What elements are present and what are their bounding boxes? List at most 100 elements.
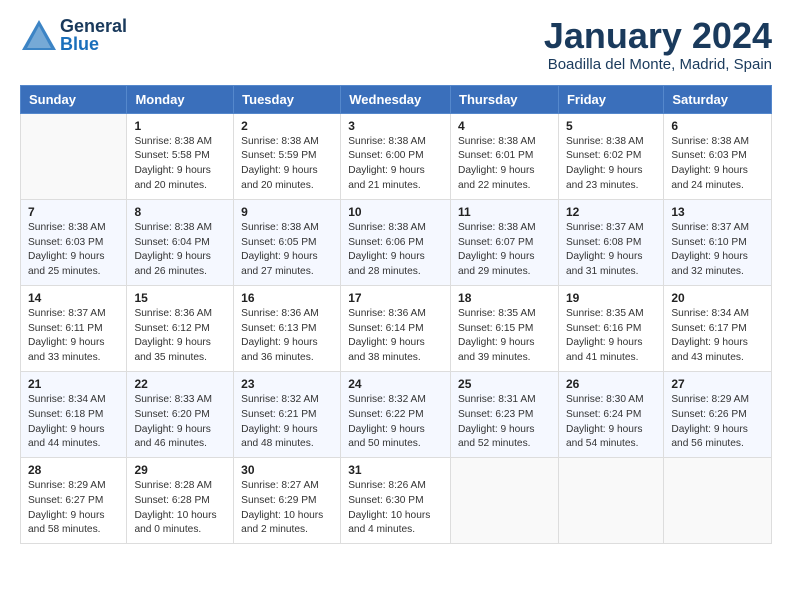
logo-text-block: General Blue	[60, 17, 127, 53]
calendar-week-row: 14Sunrise: 8:37 AMSunset: 6:11 PMDayligh…	[21, 285, 772, 371]
day-info: Sunrise: 8:38 AMSunset: 6:07 PMDaylight:…	[458, 221, 551, 280]
day-number: 22	[134, 377, 226, 391]
day-info: Sunrise: 8:36 AMSunset: 6:14 PMDaylight:…	[348, 307, 443, 366]
day-number: 25	[458, 377, 551, 391]
calendar-day-cell: 9Sunrise: 8:38 AMSunset: 6:05 PMDaylight…	[234, 199, 341, 285]
day-info: Sunrise: 8:38 AMSunset: 6:00 PMDaylight:…	[348, 135, 443, 194]
calendar-day-cell: 12Sunrise: 8:37 AMSunset: 6:08 PMDayligh…	[558, 199, 663, 285]
day-info: Sunrise: 8:34 AMSunset: 6:18 PMDaylight:…	[28, 393, 119, 452]
calendar-day-cell: 5 Sunrise: 8:38 AMSunset: 6:02 PMDaylight…	[558, 113, 663, 199]
logo-blue-text: Blue	[60, 35, 127, 53]
day-info: Sunrise: 8:31 AMSunset: 6:23 PMDaylight:…	[458, 393, 551, 452]
day-number: 1	[134, 119, 226, 133]
day-info: Sunrise: 8:38 AMSunset: 6:02 PMDaylight:…	[566, 135, 656, 194]
day-info: Sunrise: 8:33 AMSunset: 6:20 PMDaylight:…	[134, 393, 226, 452]
calendar-day-cell: 17 Sunrise: 8:36 AMSunset: 6:14 PMDayligh…	[341, 285, 451, 371]
day-info: Sunrise: 8:34 AMSunset: 6:17 PMDaylight:…	[671, 307, 764, 366]
day-info: Sunrise: 8:37 AMSunset: 6:11 PMDaylight:…	[28, 307, 119, 366]
day-number: 19	[566, 291, 656, 305]
day-number: 29	[134, 463, 226, 477]
day-number: 30	[241, 463, 333, 477]
day-info: Sunrise: 8:26 AMSunset: 6:30 PMDaylight:…	[348, 479, 443, 538]
calendar-day-cell: 20 Sunrise: 8:34 AMSunset: 6:17 PMDayligh…	[664, 285, 772, 371]
day-number: 5	[566, 119, 656, 133]
day-info: Sunrise: 8:38 AMSunset: 6:04 PMDaylight:…	[134, 221, 226, 280]
calendar-day-cell: 26Sunrise: 8:30 AMSunset: 6:24 PMDayligh…	[558, 371, 663, 457]
day-number: 26	[566, 377, 656, 391]
day-number: 7	[28, 205, 119, 219]
calendar-day-cell: 15 Sunrise: 8:36 AMSunset: 6:12 PMDayligh…	[127, 285, 234, 371]
day-info: Sunrise: 8:32 AMSunset: 6:21 PMDaylight:…	[241, 393, 333, 452]
weekday-header: Tuesday	[234, 85, 341, 113]
calendar-day-cell	[664, 458, 772, 544]
day-number: 27	[671, 377, 764, 391]
calendar-day-cell: 7 Sunrise: 8:38 AMSunset: 6:03 PMDaylight…	[21, 199, 127, 285]
calendar-day-cell: 19 Sunrise: 8:35 AMSunset: 6:16 PMDayligh…	[558, 285, 663, 371]
calendar-table: SundayMondayTuesdayWednesdayThursdayFrid…	[20, 85, 772, 545]
calendar-day-cell: 14Sunrise: 8:37 AMSunset: 6:11 PMDayligh…	[21, 285, 127, 371]
day-number: 18	[458, 291, 551, 305]
calendar-day-cell	[451, 458, 559, 544]
calendar-day-cell: 24Sunrise: 8:32 AMSunset: 6:22 PMDayligh…	[341, 371, 451, 457]
calendar-day-cell: 22 Sunrise: 8:33 AMSunset: 6:20 PMDayligh…	[127, 371, 234, 457]
calendar-day-cell: 21Sunrise: 8:34 AMSunset: 6:18 PMDayligh…	[21, 371, 127, 457]
day-info: Sunrise: 8:35 AMSunset: 6:15 PMDaylight:…	[458, 307, 551, 366]
calendar-week-row: 21Sunrise: 8:34 AMSunset: 6:18 PMDayligh…	[21, 371, 772, 457]
day-info: Sunrise: 8:35 AMSunset: 6:16 PMDaylight:…	[566, 307, 656, 366]
day-number: 13	[671, 205, 764, 219]
calendar-day-cell: 28 Sunrise: 8:29 AMSunset: 6:27 PMDayligh…	[21, 458, 127, 544]
weekday-header: Thursday	[451, 85, 559, 113]
day-info: Sunrise: 8:32 AMSunset: 6:22 PMDaylight:…	[348, 393, 443, 452]
day-info: Sunrise: 8:38 AMSunset: 6:01 PMDaylight:…	[458, 135, 551, 194]
day-number: 11	[458, 205, 551, 219]
day-info: Sunrise: 8:38 AMSunset: 5:58 PMDaylight:…	[134, 135, 226, 194]
day-info: Sunrise: 8:38 AMSunset: 6:03 PMDaylight:…	[28, 221, 119, 280]
day-number: 28	[28, 463, 119, 477]
day-info: Sunrise: 8:36 AMSunset: 6:12 PMDaylight:…	[134, 307, 226, 366]
calendar-day-cell: 31 Sunrise: 8:26 AMSunset: 6:30 PMDayligh…	[341, 458, 451, 544]
day-info: Sunrise: 8:38 AMSunset: 6:06 PMDaylight:…	[348, 221, 443, 280]
location-subtitle: Boadilla del Monte, Madrid, Spain	[544, 56, 772, 73]
weekday-header: Monday	[127, 85, 234, 113]
calendar-day-cell: 10 Sunrise: 8:38 AMSunset: 6:06 PMDayligh…	[341, 199, 451, 285]
calendar-day-cell: 11 Sunrise: 8:38 AMSunset: 6:07 PMDayligh…	[451, 199, 559, 285]
weekday-header: Saturday	[664, 85, 772, 113]
day-number: 10	[348, 205, 443, 219]
calendar-day-cell: 8 Sunrise: 8:38 AMSunset: 6:04 PMDaylight…	[127, 199, 234, 285]
day-number: 17	[348, 291, 443, 305]
calendar-day-cell: 27 Sunrise: 8:29 AMSunset: 6:26 PMDayligh…	[664, 371, 772, 457]
calendar-day-cell: 2Sunrise: 8:38 AMSunset: 5:59 PMDaylight…	[234, 113, 341, 199]
logo-general-text: General	[60, 17, 127, 35]
month-title: January 2024	[544, 16, 772, 56]
logo-area: General Blue	[20, 16, 127, 54]
day-info: Sunrise: 8:29 AMSunset: 6:26 PMDaylight:…	[671, 393, 764, 452]
calendar-day-cell: 6Sunrise: 8:38 AMSunset: 6:03 PMDaylight…	[664, 113, 772, 199]
calendar-day-cell	[558, 458, 663, 544]
logo-icon	[20, 16, 58, 54]
day-number: 2	[241, 119, 333, 133]
day-number: 8	[134, 205, 226, 219]
calendar-day-cell: 16Sunrise: 8:36 AMSunset: 6:13 PMDayligh…	[234, 285, 341, 371]
day-number: 6	[671, 119, 764, 133]
logo-wrapper: General Blue	[20, 16, 127, 54]
header: General Blue January 2024 Boadilla del M…	[20, 16, 772, 73]
day-info: Sunrise: 8:37 AMSunset: 6:10 PMDaylight:…	[671, 221, 764, 280]
day-info: Sunrise: 8:29 AMSunset: 6:27 PMDaylight:…	[28, 479, 119, 538]
calendar-day-cell: 1 Sunrise: 8:38 AMSunset: 5:58 PMDaylight…	[127, 113, 234, 199]
weekday-header: Friday	[558, 85, 663, 113]
day-number: 31	[348, 463, 443, 477]
calendar-day-cell: 23Sunrise: 8:32 AMSunset: 6:21 PMDayligh…	[234, 371, 341, 457]
header-row: SundayMondayTuesdayWednesdayThursdayFrid…	[21, 85, 772, 113]
calendar-week-row: 1 Sunrise: 8:38 AMSunset: 5:58 PMDaylight…	[21, 113, 772, 199]
calendar-day-cell: 3 Sunrise: 8:38 AMSunset: 6:00 PMDaylight…	[341, 113, 451, 199]
calendar-day-cell	[21, 113, 127, 199]
title-area: January 2024 Boadilla del Monte, Madrid,…	[544, 16, 772, 73]
day-number: 20	[671, 291, 764, 305]
day-number: 4	[458, 119, 551, 133]
calendar-day-cell: 30Sunrise: 8:27 AMSunset: 6:29 PMDayligh…	[234, 458, 341, 544]
weekday-header: Wednesday	[341, 85, 451, 113]
calendar-day-cell: 25 Sunrise: 8:31 AMSunset: 6:23 PMDayligh…	[451, 371, 559, 457]
day-number: 15	[134, 291, 226, 305]
day-number: 3	[348, 119, 443, 133]
calendar-day-cell: 18 Sunrise: 8:35 AMSunset: 6:15 PMDayligh…	[451, 285, 559, 371]
